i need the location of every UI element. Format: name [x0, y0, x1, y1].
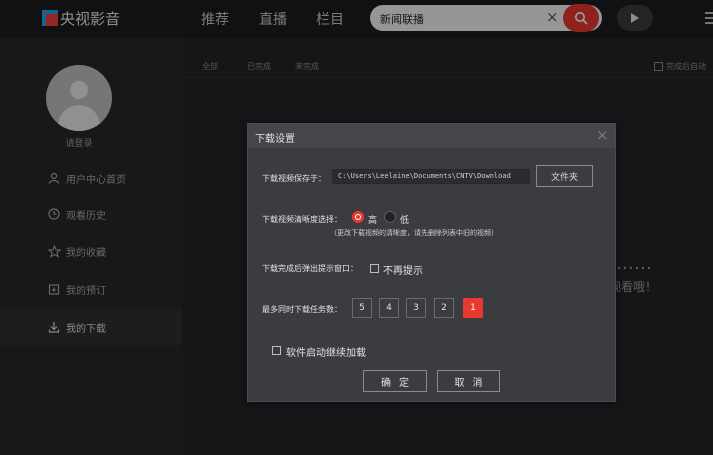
popup-label: 下载完成后弹出提示窗口：	[262, 264, 358, 273]
quality-high-label: 高	[368, 216, 378, 226]
confirm-button[interactable]: 确定	[363, 370, 427, 392]
task-count-2[interactable]: 2	[434, 298, 454, 318]
quality-note: （更改下载视频的清晰度，请先删除列表中旧的视频）	[330, 229, 498, 237]
save-location-label: 下载视频保存于：	[262, 174, 326, 183]
download-settings-dialog: 下载设置 × 下载视频保存于： C:\Users\Leelaine\Docume…	[247, 123, 616, 402]
cancel-button[interactable]: 取消	[437, 370, 500, 392]
task-count-1[interactable]: 1	[463, 298, 483, 318]
quality-label: 下载视频清晰度选择：	[262, 215, 342, 224]
quality-high-radio[interactable]	[352, 211, 364, 223]
close-icon[interactable]: ×	[596, 127, 609, 143]
resume-label: 软件启动继续加载	[286, 348, 366, 359]
dialog-title: 下载设置	[255, 134, 295, 145]
choose-folder-button[interactable]: 文件夹	[536, 165, 593, 187]
quality-low-radio[interactable]	[384, 211, 396, 223]
max-tasks-label: 最多同时下载任务数：	[262, 305, 342, 314]
save-path-field[interactable]: C:\Users\Leelaine\Documents\CNTV\Downloa…	[332, 169, 530, 184]
quality-low-label: 低	[400, 216, 410, 226]
dialog-header: 下载设置 ×	[248, 124, 615, 148]
no-prompt-checkbox[interactable]	[370, 264, 379, 273]
no-prompt-label: 不再提示	[383, 266, 423, 277]
task-count-5[interactable]: 5	[352, 298, 372, 318]
resume-checkbox[interactable]	[272, 346, 281, 355]
task-count-3[interactable]: 3	[406, 298, 426, 318]
app-window: 央视影音 推荐 直播 栏目 新闻联播 × 请登录 用户中心首页 观看历史 我的收…	[0, 0, 713, 455]
task-count-4[interactable]: 4	[379, 298, 399, 318]
